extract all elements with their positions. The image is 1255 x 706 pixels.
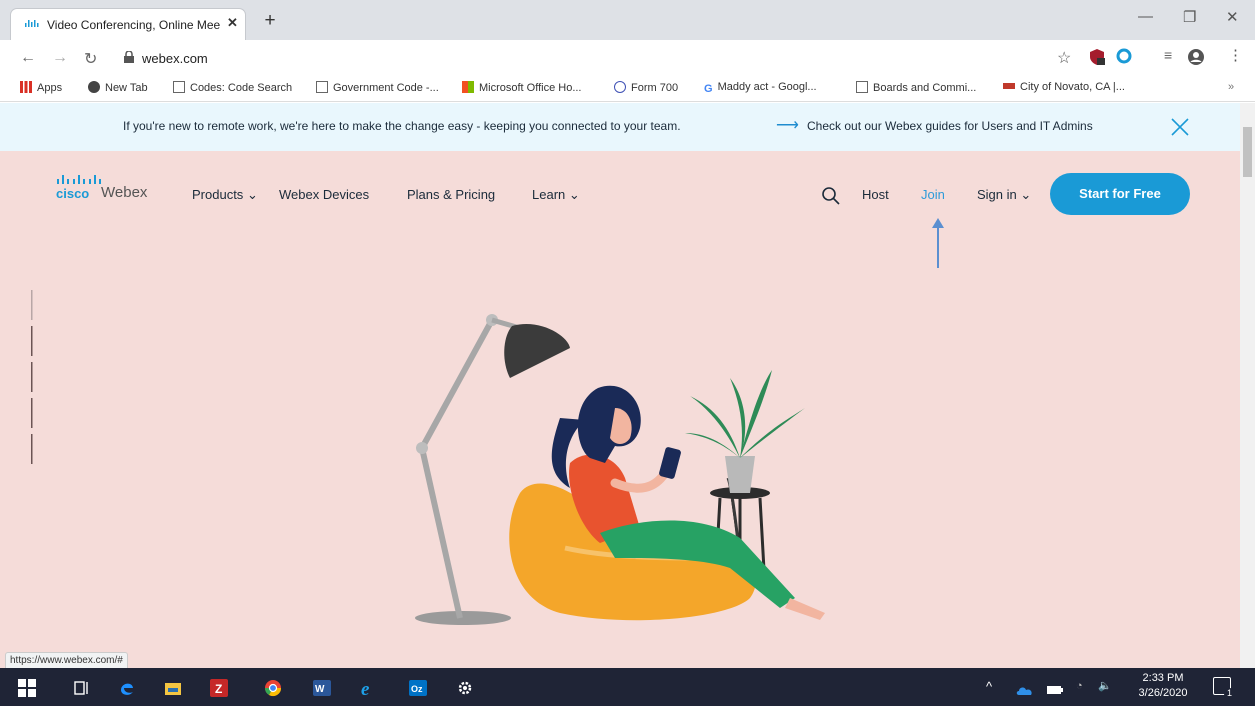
search-icon[interactable]: [821, 186, 841, 206]
webex-page: If you're new to remote work, we're here…: [0, 103, 1240, 668]
chrome-taskbar-icon[interactable]: [264, 679, 282, 697]
bookmark-boards[interactable]: Boards and Commi...: [856, 81, 976, 94]
cisco-wordmark: cisco: [56, 186, 90, 201]
notification-center-icon[interactable]: 1: [1213, 677, 1235, 699]
banner-guides-link[interactable]: Check out our Webex guides for Users and…: [807, 119, 1093, 133]
office-icon: [462, 81, 474, 93]
chevron-down-icon: ⌄: [1020, 187, 1032, 202]
clock-time: 2:33 PM: [1142, 672, 1184, 684]
bookmark-office[interactable]: Microsoft Office Ho...: [462, 81, 582, 94]
chevron-down-icon: ⌄: [246, 187, 258, 202]
bookmark-code-search[interactable]: Codes: Code Search: [173, 81, 292, 94]
tab-close-icon[interactable]: ✕: [227, 15, 238, 31]
clock[interactable]: 2:33 PM 3/26/2020: [1133, 672, 1193, 699]
status-url: https://www.webex.com/#: [5, 652, 128, 668]
back-arrow-icon[interactable]: ←: [20, 49, 36, 67]
close-window-button[interactable]: ✕: [1226, 8, 1239, 26]
minimize-button[interactable]: —: [1138, 8, 1153, 25]
nav-host[interactable]: Host: [862, 187, 889, 202]
nav-products[interactable]: Products ⌄: [192, 187, 258, 203]
banner-text: If you're new to remote work, we're here…: [123, 119, 681, 133]
nav-sign-in[interactable]: Sign in ⌄: [977, 187, 1031, 203]
filezilla-icon[interactable]: Z: [210, 679, 228, 697]
new-tab-button[interactable]: +: [258, 10, 282, 34]
nav-plans-pricing[interactable]: Plans & Pricing: [407, 187, 495, 202]
notification-count: 1: [1224, 688, 1235, 699]
chrome-icon: [88, 81, 100, 93]
bookmark-apps[interactable]: Apps: [20, 81, 62, 94]
hero-illustration: [415, 314, 825, 625]
bookmark-star-icon[interactable]: ☆: [1057, 48, 1071, 68]
task-view-icon[interactable]: [73, 679, 91, 697]
word-icon[interactable]: W: [313, 679, 331, 697]
browser-toolbar: ← → ↻ webex.com ☆ ≡ ⋮: [0, 40, 1255, 76]
bookmark-form-700[interactable]: Form 700: [614, 81, 678, 94]
form-icon: [614, 81, 626, 93]
bookmark-maddy-act[interactable]: G Maddy act - Googl...: [704, 81, 817, 95]
media-control-icon[interactable]: ≡: [1164, 47, 1172, 63]
scrollbar-thumb[interactable]: [1243, 127, 1252, 177]
settings-gear-icon[interactable]: [456, 679, 474, 697]
forward-arrow-icon[interactable]: →: [52, 49, 68, 67]
svg-text:Oz: Oz: [411, 684, 423, 694]
extension-circle-icon[interactable]: [1116, 48, 1132, 64]
profile-avatar-icon[interactable]: [1187, 48, 1205, 66]
svg-text:e: e: [361, 679, 370, 697]
browser-tab[interactable]: Video Conferencing, Online Mee ✕: [10, 8, 246, 40]
nav-join[interactable]: Join: [921, 187, 945, 202]
nav-webex-devices[interactable]: Webex Devices: [279, 187, 369, 202]
novato-icon: [1003, 83, 1015, 89]
edge-icon[interactable]: [118, 679, 136, 697]
internet-explorer-icon[interactable]: e: [360, 679, 378, 697]
tab-title: Video Conferencing, Online Mee: [47, 18, 221, 32]
outlook-icon[interactable]: Oz: [409, 679, 427, 697]
bookmarks-bar: Apps New Tab Codes: Code Search Governme…: [0, 76, 1255, 102]
tab-strip: Video Conferencing, Online Mee ✕ + — ❐ ✕: [0, 0, 1255, 40]
page-scrollbar[interactable]: [1240, 103, 1255, 668]
wifi-icon[interactable]: ◔: [1076, 680, 1083, 692]
nav-learn[interactable]: Learn ⌄: [532, 187, 580, 203]
bookmark-novato[interactable]: City of Novato, CA |...: [1003, 81, 1125, 93]
clock-date: 3/26/2020: [1138, 687, 1188, 699]
annotation-arrow-icon: [932, 218, 944, 268]
chevron-down-icon: ⌄: [568, 187, 580, 202]
address-bar[interactable]: webex.com ☆: [110, 45, 1075, 72]
bookmarks-overflow-icon[interactable]: »: [1228, 81, 1234, 93]
windows-start-icon[interactable]: [18, 679, 36, 697]
tray-chevron-up-icon[interactable]: ^: [986, 679, 992, 694]
menu-kebab-icon[interactable]: ⋮: [1228, 46, 1243, 64]
url-text: webex.com: [142, 51, 208, 66]
start-for-free-button[interactable]: Start for Free: [1050, 173, 1190, 215]
extension-shield-icon[interactable]: [1088, 48, 1106, 66]
banner-close-icon[interactable]: [1170, 117, 1190, 137]
svg-text:W: W: [315, 684, 325, 695]
carousel-indicator[interactable]: [30, 290, 34, 490]
arrow-right-icon[interactable]: ⟶: [776, 115, 799, 135]
onedrive-icon[interactable]: [1016, 681, 1034, 699]
bookmark-new-tab[interactable]: New Tab: [88, 81, 148, 94]
building-icon: [173, 81, 185, 93]
bookmark-government-code[interactable]: Government Code -...: [316, 81, 439, 94]
file-explorer-icon[interactable]: [164, 679, 182, 697]
battery-icon[interactable]: [1046, 681, 1064, 699]
windows-taskbar: Z W e Oz ^ ◔ 🔈 2:33 PM 3/26/2020 1: [0, 668, 1255, 706]
webex-favicon-icon: [25, 20, 39, 27]
building-icon: [856, 81, 868, 93]
svg-text:Z: Z: [215, 682, 222, 696]
google-icon: G: [704, 83, 713, 95]
building-icon: [316, 81, 328, 93]
restore-button[interactable]: ❐: [1183, 8, 1196, 26]
announcement-banner: If you're new to remote work, we're here…: [0, 103, 1240, 151]
cisco-webex-logo[interactable]: cisco Webex: [56, 173, 166, 207]
lock-icon: [124, 51, 134, 63]
apps-grid-icon: [20, 81, 32, 93]
reload-icon[interactable]: ↻: [84, 49, 97, 69]
volume-icon[interactable]: 🔈: [1098, 679, 1112, 692]
webex-wordmark: Webex: [101, 184, 148, 201]
